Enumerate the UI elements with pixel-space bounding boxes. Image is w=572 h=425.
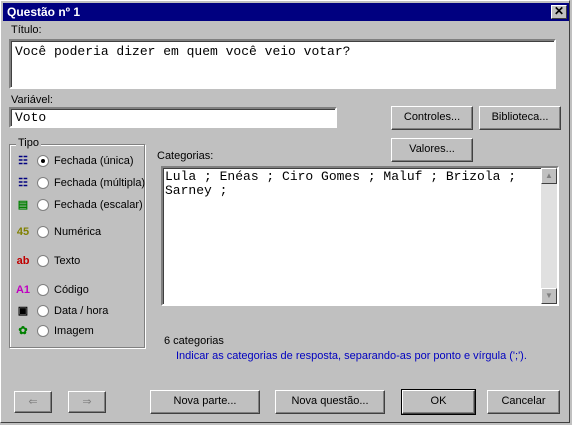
valores-button[interactable]: Valores... [391, 138, 473, 162]
radio-numerica[interactable] [37, 226, 49, 238]
radio-fechada-escalar[interactable] [37, 199, 49, 211]
option-label: Texto [54, 255, 81, 267]
categorias-label: Categorias: [157, 150, 214, 162]
categorias-text: Lula ; Enéas ; Ciro Gomes ; Maluf ; Briz… [165, 169, 517, 198]
vertical-scrollbar[interactable]: ▲ ▼ [541, 168, 557, 304]
ok-button[interactable]: OK [401, 389, 476, 415]
scroll-down-icon[interactable]: ▼ [541, 288, 557, 304]
list-single-icon: ☷ [18, 155, 28, 167]
option-label: Fechada (escalar) [54, 199, 143, 211]
radio-imagem[interactable] [37, 325, 49, 337]
variavel-field[interactable]: Voto [9, 107, 337, 128]
next-button[interactable]: ⇒ [68, 391, 106, 413]
nova-questao-button[interactable]: Nova questão... [275, 390, 385, 414]
numeric-icon: 45 [16, 226, 30, 238]
calendar-icon: ▣ [17, 305, 29, 317]
radio-texto[interactable] [37, 255, 49, 267]
option-label: Fechada (única) [54, 155, 134, 167]
radio-data-hora[interactable] [37, 305, 49, 317]
cancelar-button[interactable]: Cancelar [487, 390, 560, 414]
scroll-up-icon[interactable]: ▲ [541, 168, 557, 184]
option-label: Numérica [54, 226, 102, 238]
titulo-label: Título: [11, 24, 42, 36]
list-multiple-icon: ☷ [18, 177, 28, 189]
radio-codigo[interactable] [37, 284, 49, 296]
option-label: Código [54, 284, 89, 296]
titulo-field[interactable]: Você poderia dizer em quem você veio vot… [9, 39, 556, 89]
radio-fechada-unica[interactable] [37, 155, 49, 167]
categorias-field[interactable]: Lula ; Enéas ; Ciro Gomes ; Maluf ; Briz… [161, 166, 559, 306]
code-icon: A1 [15, 284, 31, 296]
radio-fechada-multipla[interactable] [37, 177, 49, 189]
window-title: Questão nº 1 [7, 5, 81, 19]
nova-parte-button[interactable]: Nova parte... [150, 390, 260, 414]
option-label: Fechada (múltipla) [54, 177, 146, 189]
close-button[interactable]: ✕ [551, 5, 567, 19]
text-icon: ab [16, 255, 30, 267]
variavel-label: Variável: [11, 94, 53, 106]
prev-button[interactable]: ⇐ [14, 391, 52, 413]
categorias-count: 6 categorias [164, 335, 224, 347]
image-icon: ✿ [18, 325, 28, 337]
scale-icon: ▤ [17, 199, 29, 211]
biblioteca-button[interactable]: Biblioteca... [479, 106, 561, 130]
controles-button[interactable]: Controles... [391, 106, 473, 130]
option-label: Data / hora [54, 305, 109, 317]
option-label: Imagem [54, 325, 94, 337]
tipo-group-title: Tipo [16, 137, 41, 149]
categorias-hint: Indicar as categorias de resposta, separ… [176, 350, 527, 362]
title-bar: Questão nº 1 ✕ [3, 3, 569, 21]
